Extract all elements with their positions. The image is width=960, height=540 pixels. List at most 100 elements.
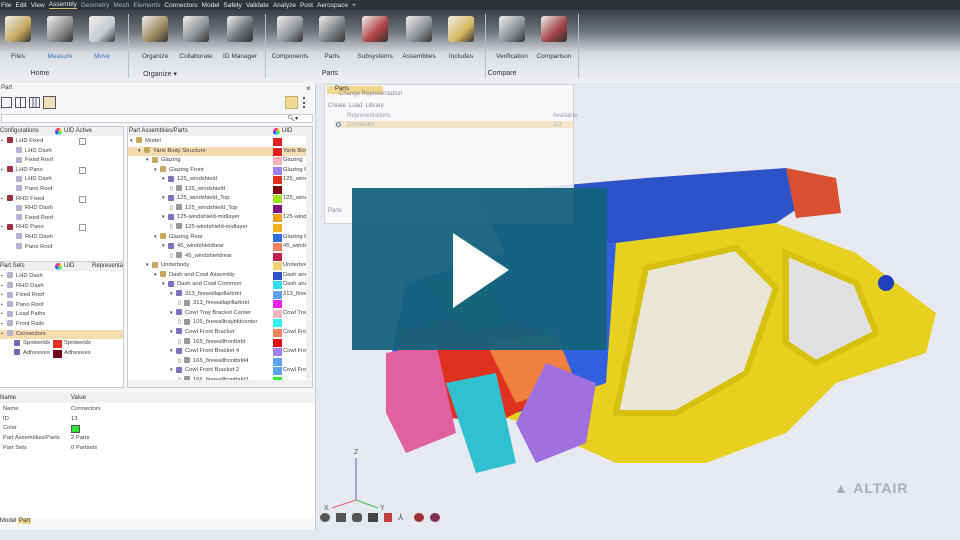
- uid-color-swatch[interactable]: [53, 340, 62, 349]
- configuration-item[interactable]: Fixed Roof: [0, 214, 123, 224]
- ribbon-id-manager-button[interactable]: ID Manager: [218, 16, 262, 60]
- menu-safety[interactable]: Safety: [223, 2, 241, 9]
- uid-color-swatch[interactable]: [273, 348, 282, 357]
- uid-color-swatch[interactable]: [273, 185, 282, 194]
- tree-row[interactable]: ▯ 45_windshieldrear: [128, 252, 274, 262]
- uid-color-swatch[interactable]: [273, 281, 282, 290]
- tree-row[interactable]: ▾ Cowl Tray Bracket Center: [128, 309, 274, 319]
- uid-color-swatch[interactable]: [273, 195, 282, 204]
- ribbon-components-button[interactable]: Components: [268, 16, 312, 60]
- tree-row[interactable]: ▾ Dash and Cowl Assembly: [128, 271, 274, 281]
- ribbon-parts-button[interactable]: Parts: [310, 16, 354, 60]
- property-value[interactable]: 13: [71, 415, 171, 425]
- tree-view-button[interactable]: [285, 96, 298, 109]
- tree-row[interactable]: ▾ Cowl Front Bracket: [128, 328, 274, 338]
- uid-color-swatch[interactable]: [273, 214, 282, 223]
- tree-row[interactable]: ▯ 105_firewalltraybktcenter: [128, 318, 274, 328]
- tree-row[interactable]: ▾ Underbody: [128, 261, 274, 271]
- configuration-item[interactable]: LHD Dash: [0, 147, 123, 157]
- create-button[interactable]: Create: [328, 103, 346, 109]
- menu-file[interactable]: File: [1, 2, 11, 9]
- part-set-item[interactable]: ▪ LHD Dash: [0, 272, 123, 282]
- uid-active-checkbox[interactable]: [79, 166, 86, 174]
- ribbon-files-button[interactable]: Files: [0, 16, 40, 60]
- ribbon-subsystems-button[interactable]: Subsystems: [353, 16, 397, 60]
- ribbon-comparison-button[interactable]: Comparison: [532, 16, 576, 60]
- menu-validate[interactable]: Validate: [246, 2, 269, 9]
- tree-row[interactable]: ▯ 125_windshield_Top: [128, 204, 274, 214]
- uid-color-swatch[interactable]: [273, 166, 282, 175]
- ribbon-verification-button[interactable]: Verification: [490, 16, 534, 60]
- uid-active-checkbox[interactable]: [79, 195, 86, 203]
- axis-icon[interactable]: ⅄: [398, 513, 408, 522]
- tree-row[interactable]: ▾ 125_windshield: [128, 175, 274, 185]
- video-play-button[interactable]: [352, 188, 607, 350]
- menu-analyze[interactable]: Analyze: [273, 2, 296, 9]
- menu-mesh[interactable]: Mesh: [113, 2, 129, 9]
- zoom-icon[interactable]: [352, 513, 362, 522]
- menu-connectors[interactable]: Connectors: [164, 2, 197, 9]
- menu-plus[interactable]: +: [352, 2, 356, 9]
- tree-row[interactable]: ▾ Glazing Rear: [128, 232, 274, 243]
- uid-active-checkbox[interactable]: [79, 224, 86, 232]
- menu-view[interactable]: View: [31, 2, 45, 9]
- configuration-item[interactable]: RHD Dash: [0, 233, 123, 243]
- uid-color-swatch[interactable]: [273, 138, 282, 146]
- tab-part[interactable]: Part: [18, 518, 32, 524]
- uid-color-swatch[interactable]: [273, 147, 282, 156]
- part-set-item[interactable]: ▪ Load Paths: [0, 310, 123, 320]
- tree-row[interactable]: ▯ 125-windshield-midlayer: [128, 223, 274, 233]
- uid-active-checkbox[interactable]: [79, 138, 86, 145]
- tree-row[interactable]: ▾ Glazing: [128, 156, 274, 166]
- uid-color-swatch[interactable]: [273, 338, 282, 347]
- uid-color-swatch[interactable]: [273, 204, 282, 213]
- layout-two-button[interactable]: [15, 97, 26, 108]
- list-view-button[interactable]: [303, 97, 308, 108]
- tree-row[interactable]: ▾ Cowl Front Bracket 4: [128, 347, 274, 357]
- color-swatch[interactable]: [71, 425, 80, 434]
- layout-quad-button[interactable]: [43, 96, 56, 109]
- ribbon-assemblies-button[interactable]: Assemblies: [397, 16, 441, 60]
- uid-color-swatch[interactable]: [273, 233, 282, 242]
- part-set-item[interactable]: ▪ Front Rails: [0, 320, 123, 330]
- configuration-item[interactable]: ▪ LHD Pano: [0, 166, 123, 176]
- configuration-item[interactable]: Pano Roof: [0, 185, 123, 195]
- tree-row[interactable]: ▾ Dash and Cowl Common: [128, 280, 274, 290]
- ribbon-measure-button[interactable]: Measure: [38, 16, 82, 60]
- ribbon-group-label[interactable]: Organize ▾: [120, 70, 200, 78]
- pan-icon[interactable]: [336, 513, 346, 522]
- uid-color-swatch[interactable]: [273, 271, 282, 280]
- load-button[interactable]: Load: [349, 103, 362, 109]
- part-set-item[interactable]: ▪ Connectors: [0, 329, 123, 340]
- tree-row[interactable]: ▯ 165_firewallfrontbrkt: [128, 338, 274, 348]
- configuration-item[interactable]: Pano Roof: [0, 243, 123, 253]
- configuration-item[interactable]: Fixed Roof: [0, 156, 123, 166]
- capture-icon[interactable]: [414, 513, 424, 522]
- configuration-item[interactable]: RHD Dash: [0, 204, 123, 214]
- menu-post[interactable]: Post: [300, 2, 313, 9]
- tree-row[interactable]: ▯ 313_firewallapillarbrkt: [128, 299, 274, 309]
- property-value[interactable]: Connectors: [71, 405, 171, 415]
- tree-row[interactable]: ▾ Cowl Front Bracket 2: [128, 366, 274, 376]
- menu-aerospace[interactable]: Aerospace: [317, 2, 348, 9]
- part-set-item[interactable]: ▪ RHD Dash: [0, 282, 123, 292]
- tree-row[interactable]: ▾ Yaris Body Structure: [128, 146, 274, 157]
- vertical-scrollbar[interactable]: [306, 136, 312, 379]
- ribbon-move-button[interactable]: Move: [80, 16, 124, 60]
- configuration-item[interactable]: LHD Dash: [0, 175, 123, 185]
- layout-single-button[interactable]: [1, 97, 12, 108]
- menu-edit[interactable]: Edit: [15, 2, 26, 9]
- tree-row[interactable]: ▾ 313_firewallapillarbrkt: [128, 290, 274, 300]
- tree-row[interactable]: ▾ 45_windshieldrear: [128, 242, 274, 252]
- search-icon[interactable]: 🔍︎▾: [287, 115, 298, 122]
- horizontal-scrollbar[interactable]: [128, 380, 312, 387]
- uid-color-swatch[interactable]: [273, 243, 282, 252]
- uid-color-swatch[interactable]: [273, 319, 282, 328]
- property-value[interactable]: 0 Partsets: [71, 444, 171, 454]
- uid-color-swatch[interactable]: [273, 329, 282, 337]
- ribbon-includes-button[interactable]: Includes: [439, 16, 483, 60]
- uid-color-swatch[interactable]: [273, 252, 282, 261]
- menu-assembly[interactable]: Assembly: [48, 1, 77, 9]
- configuration-item[interactable]: ▪ RHD Fixed: [0, 195, 123, 205]
- fit-icon[interactable]: [368, 513, 378, 522]
